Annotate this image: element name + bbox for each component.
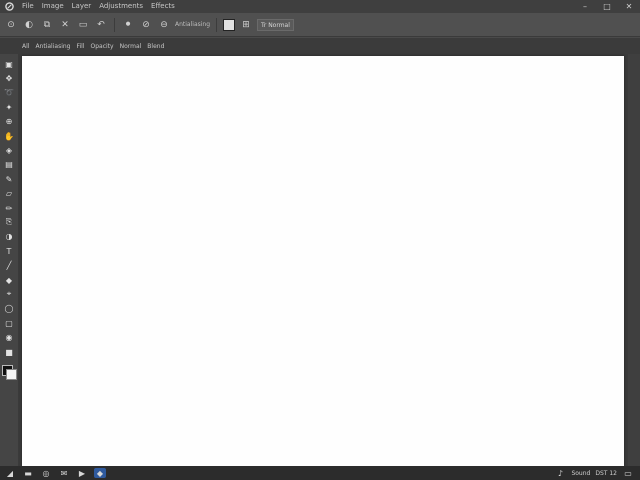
close-button[interactable]: ✕ <box>618 0 640 13</box>
rounded-rect-icon[interactable]: ▢ <box>2 316 16 330</box>
antialiasing-label: Antialiasing <box>175 21 211 28</box>
tools-palette: ▣ ✥ ➰ ✦ ⊕ ✋ ◈ ▤ ✎ ▱ ✏ ⎘ ◑ T ╱ ◆ ⌖ ◯ ▢ ◉ … <box>0 54 18 466</box>
crop-icon[interactable]: ▭ <box>76 18 90 32</box>
volume-icon[interactable]: ♪ <box>554 468 566 478</box>
freeform-icon[interactable]: ◉ <box>2 330 16 344</box>
zoom-icon[interactable]: ⊕ <box>2 115 16 129</box>
app-logo-icon <box>4 2 14 12</box>
menu-file[interactable]: File <box>20 0 40 13</box>
window-controls: – □ ✕ <box>574 0 640 13</box>
separator <box>216 17 218 32</box>
save-icon[interactable]: ◐ <box>22 18 36 32</box>
vertical-scrollbar[interactable] <box>628 54 640 466</box>
blur-icon[interactable]: ■ <box>2 345 16 359</box>
tab-antialiasing[interactable]: Antialiasing <box>35 43 70 50</box>
notification-icon[interactable]: ▭ <box>622 468 634 478</box>
taskbar: ◢ ▬ ◎ ✉ ▶ ◆ ♪ Sound DST 12 ▭ <box>0 466 640 480</box>
antialias-icon[interactable]: ⊖ <box>157 18 171 32</box>
system-tray: ♪ Sound DST 12 ▭ <box>554 468 640 478</box>
menu-image[interactable]: Image <box>40 0 70 13</box>
secondary-color-swatch[interactable] <box>6 369 17 381</box>
lasso-icon[interactable]: ➰ <box>2 86 16 100</box>
blend-icon[interactable]: ⊞ <box>239 18 253 32</box>
separator <box>114 17 115 32</box>
color-swatches[interactable] <box>2 365 17 381</box>
magic-wand-icon[interactable]: ✦ <box>2 100 16 114</box>
fill-color-swatch[interactable] <box>223 18 236 31</box>
tab-all[interactable]: All <box>22 43 29 50</box>
blend-mode-select[interactable]: Tr Normal <box>257 18 294 31</box>
tray-clock: DST 12 <box>595 469 617 477</box>
canvas-workspace <box>18 54 640 466</box>
minimize-button[interactable]: – <box>574 0 596 13</box>
clone-icon[interactable]: ⎘ <box>2 215 16 229</box>
open-icon[interactable]: ⊙ <box>4 18 18 32</box>
color-picker-icon[interactable]: ⌖ <box>2 287 16 301</box>
menu-effects[interactable]: Effects <box>149 0 181 13</box>
tab-blend[interactable]: Blend <box>147 43 164 50</box>
fill-icon[interactable]: ⊘ <box>139 18 153 32</box>
folder-icon[interactable]: ▬ <box>22 468 34 478</box>
start-icon[interactable]: ◢ <box>4 468 16 478</box>
browser-icon[interactable]: ◎ <box>40 468 52 478</box>
brush-icon[interactable]: ✎ <box>2 172 16 186</box>
menu-bar: File Image Layer Adjustments Effects – □… <box>0 0 640 13</box>
media-icon[interactable]: ▶ <box>76 468 88 478</box>
eraser-icon[interactable]: ▱ <box>2 187 16 201</box>
maximize-button[interactable]: □ <box>596 0 618 13</box>
menu-layer[interactable]: Layer <box>70 0 98 13</box>
line-icon[interactable]: ╱ <box>2 258 16 272</box>
tray-status: Sound <box>571 469 591 477</box>
paint-bucket-icon[interactable]: ◈ <box>2 143 16 157</box>
tab-fill[interactable]: Fill <box>76 43 84 50</box>
move-icon[interactable]: ✥ <box>2 71 16 85</box>
pencil-icon[interactable]: ✏ <box>2 201 16 215</box>
text-icon[interactable]: T <box>2 244 16 258</box>
undo-icon[interactable]: ↶ <box>94 18 108 32</box>
tab-normal[interactable]: Normal <box>120 43 142 50</box>
brush-size-icon[interactable]: ⚫ <box>121 18 135 32</box>
paste-icon[interactable]: ✕ <box>58 18 72 32</box>
shape-icon[interactable]: ◆ <box>2 273 16 287</box>
pan-icon[interactable]: ✋ <box>2 129 16 143</box>
gradient-icon[interactable]: ▤ <box>2 158 16 172</box>
paint-app-icon[interactable]: ◆ <box>94 468 106 478</box>
tab-opacity[interactable]: Opacity <box>91 43 114 50</box>
tool-options-bar: ⊙ ◐ ⧉ ✕ ▭ ↶ ⚫ ⊘ ⊖ Antialiasing ⊞ Tr Norm… <box>0 13 640 37</box>
ellipse-icon[interactable]: ◯ <box>2 302 16 316</box>
menu-adjustments[interactable]: Adjustments <box>97 0 149 13</box>
select-rectangle-icon[interactable]: ▣ <box>2 57 16 71</box>
image-canvas[interactable] <box>22 56 624 466</box>
secondary-toolbar: All Antialiasing Fill Opacity Normal Ble… <box>0 38 640 54</box>
mail-icon[interactable]: ✉ <box>58 468 70 478</box>
recolor-icon[interactable]: ◑ <box>2 230 16 244</box>
copy-icon[interactable]: ⧉ <box>40 18 54 32</box>
